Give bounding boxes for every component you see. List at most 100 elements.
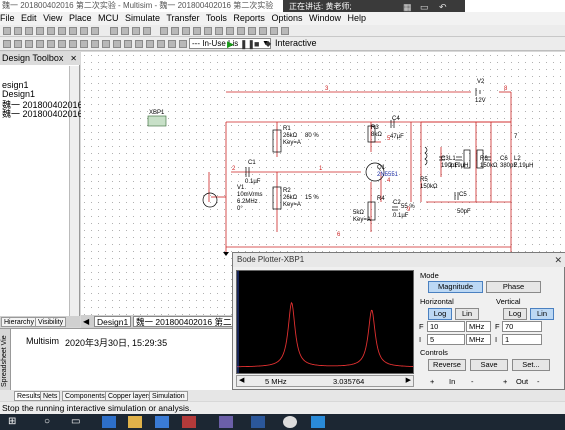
menu-help[interactable]: Help bbox=[348, 13, 367, 23]
vertical-initial-input[interactable]: 1 bbox=[502, 334, 542, 345]
paste-icon[interactable] bbox=[69, 27, 77, 35]
out-minus[interactable]: - bbox=[537, 377, 540, 386]
scroll-left-icon[interactable]: ◀ bbox=[83, 317, 89, 326]
stop-icon[interactable]: ■ bbox=[254, 39, 259, 49]
menu-window[interactable]: Window bbox=[309, 13, 341, 23]
save-button[interactable]: Save bbox=[470, 359, 508, 371]
menu-reports[interactable]: Reports bbox=[233, 13, 265, 23]
help-icon[interactable] bbox=[281, 27, 289, 35]
run-icon[interactable]: ▶ bbox=[227, 39, 234, 50]
menu-transfer[interactable]: Transfer bbox=[166, 13, 199, 23]
grapher-icon[interactable] bbox=[237, 27, 245, 35]
menu-file[interactable]: File bbox=[0, 13, 15, 23]
menu-options[interactable]: Options bbox=[271, 13, 302, 23]
back-icon[interactable]: ↶ bbox=[439, 2, 451, 12]
database-icon[interactable] bbox=[226, 27, 234, 35]
tab-current-design[interactable]: 魏一 201800402016 第二次 bbox=[133, 316, 243, 327]
undo-icon[interactable] bbox=[80, 27, 88, 35]
vertical-final-input[interactable]: 70 bbox=[502, 321, 542, 332]
menu-edit[interactable]: Edit bbox=[21, 13, 37, 23]
ttl-icon[interactable] bbox=[58, 40, 66, 48]
zoom-in-icon[interactable] bbox=[110, 27, 118, 35]
copy-icon[interactable] bbox=[58, 27, 66, 35]
text-icon[interactable] bbox=[204, 27, 212, 35]
tree-item[interactable]: 魏一 201800402016 bbox=[2, 107, 83, 120]
electromechanical-icon[interactable] bbox=[146, 40, 154, 48]
menu-view[interactable]: View bbox=[43, 13, 62, 23]
vertical-lin-button[interactable]: Lin bbox=[530, 308, 554, 320]
bode-plotter-instrument[interactable] bbox=[147, 115, 167, 127]
misc-digital-icon[interactable] bbox=[80, 40, 88, 48]
new-file-icon[interactable] bbox=[3, 27, 11, 35]
tab-hierarchy[interactable]: Hierarchy bbox=[1, 317, 37, 327]
horizontal-initial-unit[interactable]: MHz bbox=[466, 334, 491, 345]
horizontal-final-input[interactable]: 10 bbox=[427, 321, 465, 332]
cursor-left-icon[interactable]: ◀ bbox=[239, 376, 244, 384]
pause-icon[interactable]: ❚❚ bbox=[240, 39, 255, 50]
in-plus[interactable]: + bbox=[430, 377, 434, 386]
diode-icon[interactable] bbox=[25, 40, 33, 48]
edge-icon[interactable] bbox=[102, 416, 116, 428]
mcu-icon[interactable] bbox=[157, 40, 165, 48]
tab-visibility[interactable]: Visibility bbox=[35, 317, 67, 327]
horizontal-initial-input[interactable]: 5 bbox=[427, 334, 465, 345]
open-file-icon[interactable] bbox=[14, 27, 22, 35]
meeting-icon[interactable] bbox=[311, 416, 325, 428]
zoom-area-icon[interactable] bbox=[132, 27, 140, 35]
tab-design1[interactable]: Design1 bbox=[94, 316, 132, 327]
multisim-icon[interactable] bbox=[219, 416, 233, 428]
netlist-icon[interactable] bbox=[270, 27, 278, 35]
app-icon[interactable] bbox=[182, 416, 196, 428]
close-icon[interactable]: ✕ bbox=[554, 253, 562, 267]
reverse-button[interactable]: Reverse bbox=[428, 359, 466, 371]
explorer-icon[interactable] bbox=[128, 416, 142, 428]
mixed-icon[interactable] bbox=[91, 40, 99, 48]
window-icon[interactable]: ▭ bbox=[420, 2, 432, 12]
hierarchy-icon[interactable] bbox=[168, 40, 176, 48]
word-icon[interactable] bbox=[251, 416, 265, 428]
horizontal-final-unit[interactable]: MHz bbox=[466, 321, 491, 332]
source-icon[interactable] bbox=[3, 40, 11, 48]
in-minus[interactable]: - bbox=[471, 377, 474, 386]
menu-mcu[interactable]: MCU bbox=[98, 13, 119, 23]
save-icon[interactable] bbox=[25, 27, 33, 35]
tab-components[interactable]: Components bbox=[62, 391, 108, 401]
analog-icon[interactable] bbox=[47, 40, 55, 48]
rf-icon[interactable] bbox=[135, 40, 143, 48]
vertical-log-button[interactable]: Log bbox=[503, 308, 527, 320]
set-button[interactable]: Set... bbox=[512, 359, 550, 371]
junction-icon[interactable] bbox=[193, 27, 201, 35]
misc-icon[interactable] bbox=[124, 40, 132, 48]
redo-icon[interactable] bbox=[91, 27, 99, 35]
menu-simulate[interactable]: Simulate bbox=[125, 13, 160, 23]
tab-simulation[interactable]: Simulation bbox=[149, 391, 188, 401]
tab-results[interactable]: Results bbox=[14, 391, 44, 401]
zoom-out-icon[interactable] bbox=[121, 27, 129, 35]
zoom-fit-icon[interactable] bbox=[143, 27, 151, 35]
task-view-icon[interactable]: ▭ bbox=[71, 416, 85, 428]
store-icon[interactable] bbox=[155, 416, 169, 428]
search-icon[interactable]: ○ bbox=[44, 416, 58, 428]
basic-icon[interactable] bbox=[14, 40, 22, 48]
indicator-icon[interactable] bbox=[102, 40, 110, 48]
magnitude-button[interactable]: Magnitude bbox=[428, 281, 483, 293]
out-plus[interactable]: + bbox=[503, 377, 507, 386]
cursor-right-icon[interactable]: ▶ bbox=[406, 376, 411, 384]
cut-icon[interactable] bbox=[47, 27, 55, 35]
bus-icon[interactable] bbox=[182, 27, 190, 35]
start-icon[interactable]: ⊞ bbox=[8, 416, 22, 428]
component-icon[interactable] bbox=[160, 27, 168, 35]
close-icon[interactable]: ✕ bbox=[70, 52, 77, 65]
bus-place-icon[interactable] bbox=[179, 40, 187, 48]
phase-button[interactable]: Phase bbox=[486, 281, 541, 293]
erc-icon[interactable] bbox=[259, 27, 267, 35]
power-icon[interactable] bbox=[113, 40, 121, 48]
transistor-icon[interactable] bbox=[36, 40, 44, 48]
postprocessor-icon[interactable] bbox=[248, 27, 256, 35]
menu-tools[interactable]: Tools bbox=[206, 13, 227, 23]
horizontal-log-button[interactable]: Log bbox=[428, 308, 452, 320]
horizontal-lin-button[interactable]: Lin bbox=[455, 308, 479, 320]
tab-nets[interactable]: Nets bbox=[40, 391, 61, 401]
menu-place[interactable]: Place bbox=[69, 13, 92, 23]
spreadsheet-icon[interactable] bbox=[215, 27, 223, 35]
